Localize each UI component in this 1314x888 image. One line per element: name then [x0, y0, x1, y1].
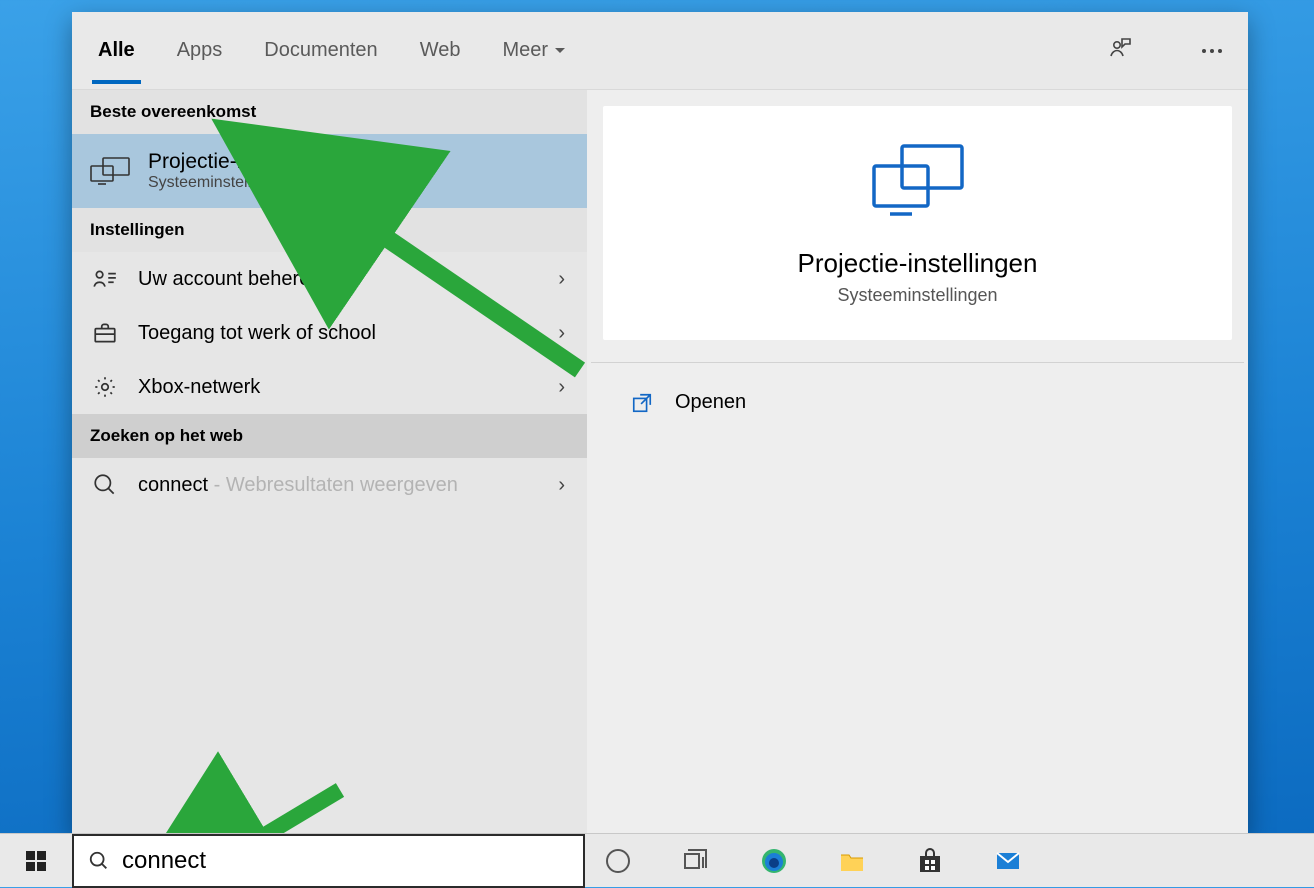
chevron-right-icon: ›: [558, 376, 565, 399]
chevron-right-icon: ›: [558, 268, 565, 291]
open-action[interactable]: Openen: [603, 373, 1232, 432]
section-best-match: Beste overeenkomst: [72, 90, 587, 134]
cortana-icon: [604, 847, 632, 875]
search-icon: [90, 470, 120, 500]
more-options-button[interactable]: [1202, 49, 1222, 53]
result-title: Projectie-instellingen: [148, 150, 342, 174]
ellipsis-icon: [1202, 49, 1222, 53]
tab-more[interactable]: Meer: [502, 39, 566, 62]
projection-hero-icon: [870, 140, 966, 220]
briefcase-icon: [90, 318, 120, 348]
result-best-match[interactable]: Projectie-instellingen Systeeminstelling…: [72, 134, 587, 208]
tab-apps[interactable]: Apps: [177, 39, 223, 62]
search-flyout: Alle Apps Documenten Web Meer Beste over…: [72, 12, 1248, 834]
taskbar-store[interactable]: [915, 846, 945, 876]
taskbar-cortana[interactable]: [603, 846, 633, 876]
mail-icon: [994, 847, 1022, 875]
open-icon: [631, 392, 653, 414]
taskbar-taskview[interactable]: [681, 846, 711, 876]
taskbar-pinned: [603, 834, 1023, 887]
result-label: Uw account beheren: [138, 268, 321, 291]
tab-more-label: Meer: [502, 39, 548, 62]
chevron-right-icon: ›: [558, 322, 565, 345]
start-button[interactable]: [0, 834, 72, 887]
result-subtitle: Systeeminstellingen: [148, 174, 342, 192]
edge-icon: [760, 847, 788, 875]
tab-documents[interactable]: Documenten: [264, 39, 377, 62]
store-icon: [916, 847, 944, 875]
result-setting-xbox[interactable]: Xbox-netwerk ›: [72, 360, 587, 414]
detail-subtitle: Systeeminstellingen: [837, 285, 997, 306]
result-web-search[interactable]: connect - Webresultaten weergeven ›: [72, 458, 587, 512]
chevron-down-icon: [554, 45, 566, 57]
detail-title: Projectie-instellingen: [798, 248, 1038, 279]
tab-all[interactable]: Alle: [98, 39, 135, 62]
section-search-web: Zoeken op het web: [72, 414, 587, 458]
taskbar-search-box[interactable]: [72, 834, 585, 888]
feedback-icon-button[interactable]: [1108, 36, 1132, 65]
result-setting-work[interactable]: Toegang tot werk of school ›: [72, 306, 587, 360]
folder-icon: [838, 847, 866, 875]
result-setting-account[interactable]: Uw account beheren ›: [72, 252, 587, 306]
taskbar: [0, 833, 1314, 887]
search-icon: [88, 850, 110, 872]
detail-pane: Projectie-instellingen Systeeminstelling…: [587, 90, 1248, 834]
tab-web[interactable]: Web: [420, 39, 461, 62]
results-pane: Beste overeenkomst Projectie-instellinge…: [72, 90, 587, 834]
person-feedback-icon: [1108, 36, 1132, 60]
separator: [591, 362, 1244, 363]
taskbar-mail[interactable]: [993, 846, 1023, 876]
windows-logo-icon: [24, 849, 48, 873]
chevron-right-icon: ›: [558, 474, 565, 497]
result-label: Xbox-netwerk: [138, 376, 260, 399]
taskview-icon: [682, 847, 710, 875]
open-label: Openen: [675, 391, 746, 414]
gear-icon: [90, 372, 120, 402]
projection-icon: [90, 151, 130, 191]
taskbar-explorer[interactable]: [837, 846, 867, 876]
result-label: Toegang tot werk of school: [138, 322, 376, 345]
section-settings: Instellingen: [72, 208, 587, 252]
taskbar-edge[interactable]: [759, 846, 789, 876]
search-tabs: Alle Apps Documenten Web Meer: [72, 12, 1248, 90]
search-input[interactable]: [122, 847, 569, 875]
result-label: connect - Webresultaten weergeven: [138, 474, 458, 497]
detail-card: Projectie-instellingen Systeeminstelling…: [603, 106, 1232, 340]
account-icon: [90, 264, 120, 294]
